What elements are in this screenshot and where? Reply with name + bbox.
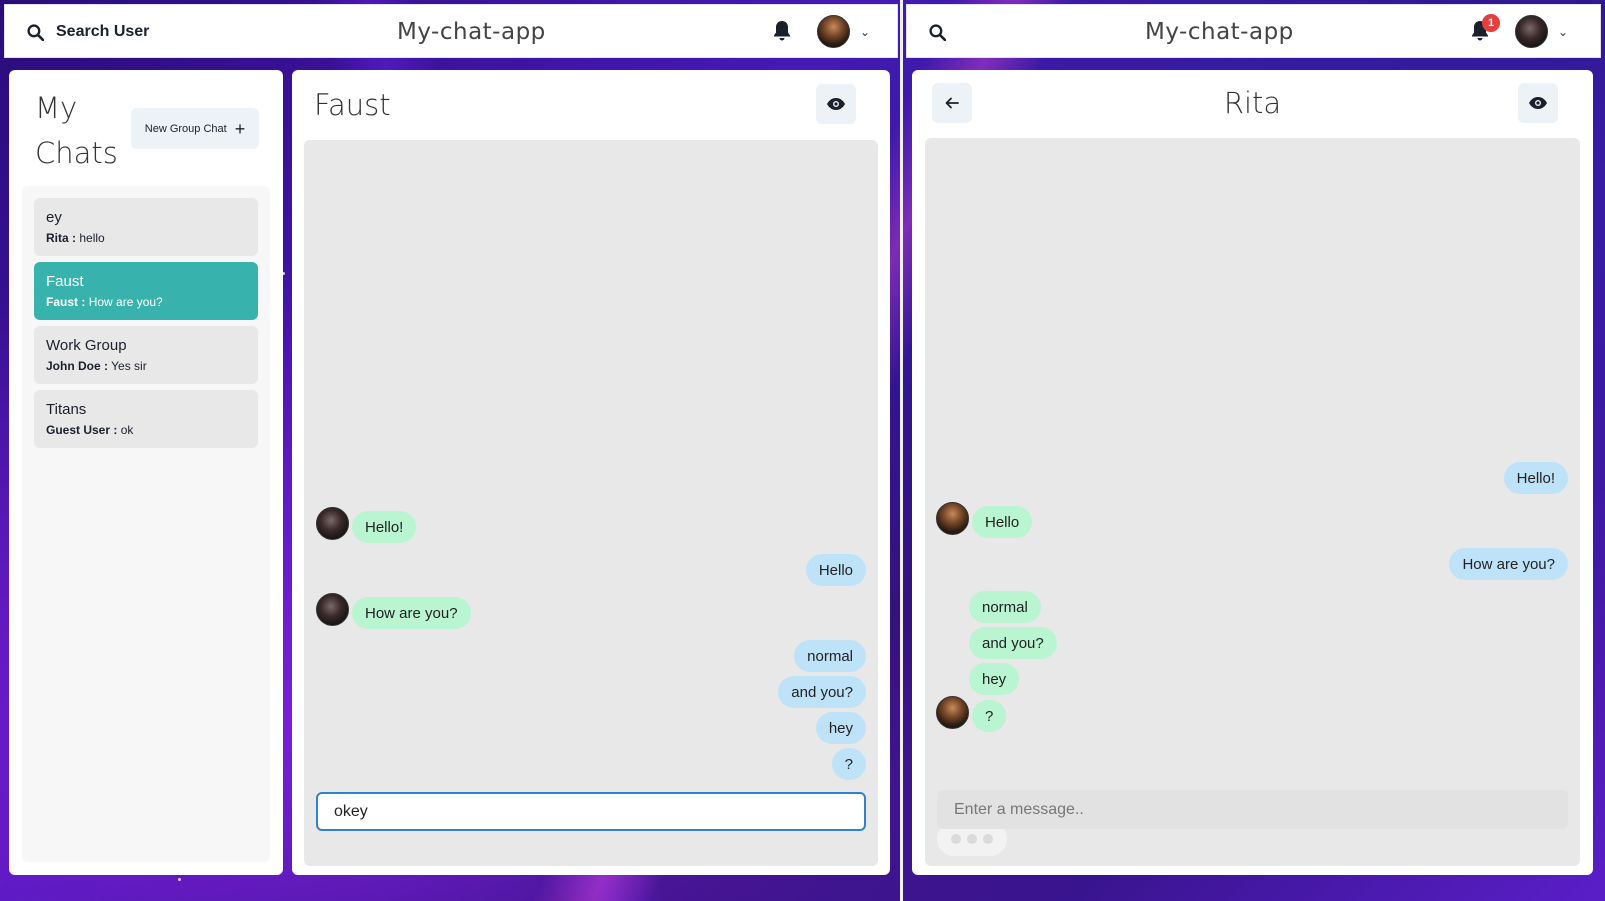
message-bubble: normal (969, 591, 1041, 623)
profile-menu-button[interactable]: ⌄ (1515, 15, 1568, 48)
avatar (936, 502, 969, 535)
search-user-button[interactable] (929, 5, 946, 59)
message-bubble: ? (831, 748, 866, 780)
message-input[interactable] (316, 792, 866, 831)
chat-name: ey (46, 209, 62, 226)
back-button[interactable] (932, 83, 972, 123)
message-input[interactable] (937, 790, 1568, 829)
app-title: My-chat-app (1145, 19, 1294, 45)
typing-dot (983, 834, 993, 844)
search-icon (929, 23, 946, 41)
view-profile-button[interactable] (1518, 83, 1558, 123)
chat-name: Faust (46, 273, 84, 290)
chat-title: Faust (314, 88, 391, 122)
top-bar: Search User My-chat-app ⌄ (4, 4, 898, 58)
avatar (817, 15, 850, 48)
arrow-left-icon (945, 97, 959, 109)
chat-list-item[interactable]: Faust Faust : How are you? (34, 262, 258, 320)
bell-icon (774, 21, 790, 41)
top-bar: My-chat-app 1 ⌄ (906, 4, 1601, 58)
message-bubble: and you? (778, 676, 866, 708)
new-group-chat-label: New Group Chat (144, 122, 227, 135)
chat-latest-message: Faust : How are you? (46, 295, 246, 309)
chat-latest-message: Rita : hello (46, 231, 246, 245)
chat-name: Work Group (46, 337, 127, 354)
left-window: Search User My-chat-app ⌄ My Chats New G… (0, 0, 902, 901)
typing-dot (967, 834, 977, 844)
message-bubble: and you? (969, 627, 1057, 659)
chat-latest-message: John Doe : Yes sir (46, 359, 246, 373)
chat-latest-sender: Faust : (46, 295, 86, 309)
chevron-down-icon: ⌄ (860, 24, 871, 39)
new-group-chat-button[interactable]: New Group Chat + (131, 108, 259, 149)
chat-latest-sender: Rita : (46, 231, 76, 245)
search-user-button[interactable]: Search User (27, 5, 149, 59)
chat-list-item[interactable]: ey Rita : hello (34, 198, 258, 256)
message-bubble: How are you? (352, 597, 471, 629)
message-bubble: ? (972, 700, 1007, 732)
notifications-button[interactable] (772, 20, 794, 44)
chat-name: Titans (46, 401, 87, 418)
search-user-label: Search User (56, 23, 150, 40)
message-bubble: hey (815, 712, 866, 744)
chat-latest-sender: Guest User : (46, 423, 118, 437)
chat-latest-text: ok (120, 423, 134, 437)
message-area: Hello! Hello How are you? normal and you… (925, 138, 1580, 866)
message-bubble: Hello (972, 506, 1033, 538)
chat-list-item[interactable]: Titans Guest User : ok (34, 390, 258, 448)
chat-list: ey Rita : hello Faust Faust : How are yo… (22, 186, 270, 862)
plus-icon: + (234, 118, 246, 139)
profile-menu-button[interactable]: ⌄ (817, 15, 870, 48)
chat-title: Rita (1223, 86, 1282, 120)
view-profile-button[interactable] (816, 84, 856, 124)
avatar (1515, 15, 1548, 48)
avatar (936, 696, 969, 729)
notification-badge: 1 (1482, 14, 1500, 32)
eye-icon (1529, 97, 1547, 109)
message-bubble: How are you? (1449, 548, 1568, 580)
message-area: Hello! Hello How are you? normal and you… (304, 140, 878, 866)
chat-latest-text: hello (79, 231, 105, 245)
message-bubble: Hello! (352, 511, 417, 543)
chat-list-item[interactable]: Work Group John Doe : Yes sir (34, 326, 258, 384)
my-chats-title: My Chats (35, 91, 118, 170)
chat-latest-text: Yes sir (111, 359, 147, 373)
my-chats-panel: My Chats New Group Chat + ey Rita : hell… (9, 70, 283, 875)
message-bubble: Hello! (1503, 462, 1568, 494)
chat-box: Rita Hello! Hello How are you? normal an… (912, 70, 1593, 875)
chat-latest-text: How are you? (88, 295, 163, 309)
chat-latest-message: Guest User : ok (46, 423, 246, 437)
eye-icon (827, 98, 845, 110)
avatar (316, 507, 349, 540)
notifications-button[interactable]: 1 (1470, 14, 1500, 44)
app-title: My-chat-app (397, 19, 546, 45)
right-window: My-chat-app 1 ⌄ Rita Hello! Hello How ar… (902, 0, 1605, 901)
chevron-down-icon: ⌄ (1558, 24, 1569, 39)
message-bubble: normal (794, 640, 866, 672)
message-bubble: Hello (805, 554, 866, 586)
message-bubble: hey (969, 663, 1020, 695)
typing-dot (951, 834, 961, 844)
avatar (316, 593, 349, 626)
search-icon (27, 23, 44, 41)
chat-latest-sender: John Doe : (46, 359, 108, 373)
chat-box: Faust Hello! Hello How are you? normal a… (292, 70, 890, 875)
